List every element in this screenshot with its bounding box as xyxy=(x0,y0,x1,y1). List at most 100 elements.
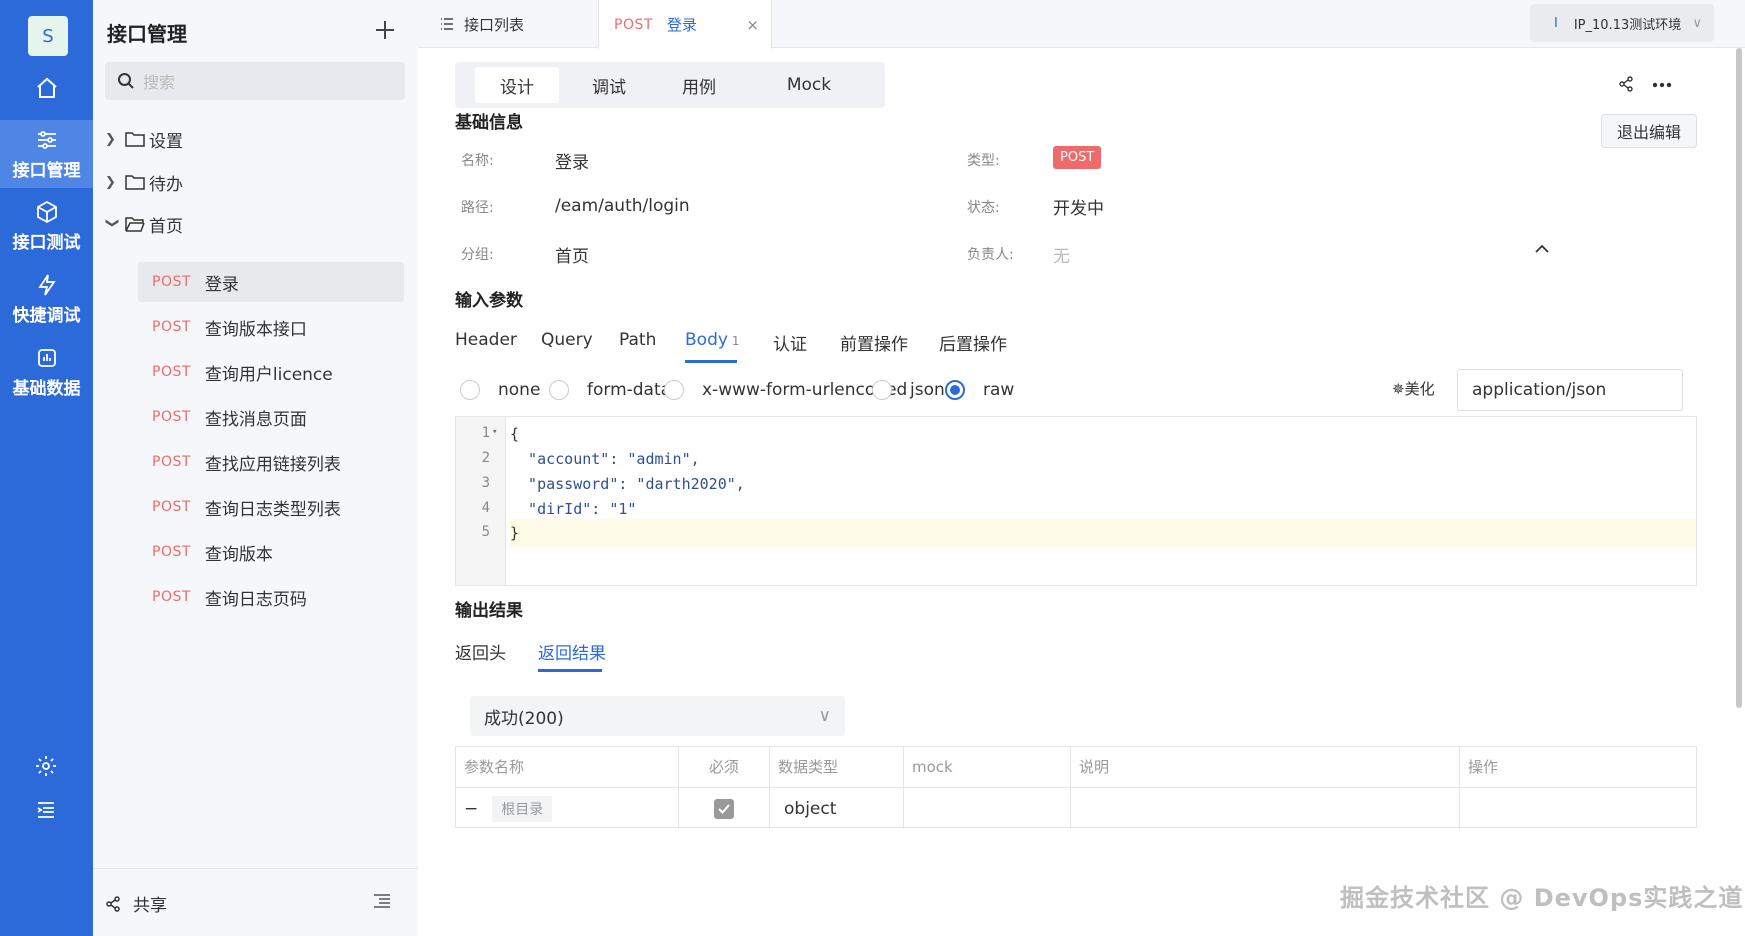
radio-circle xyxy=(872,380,892,400)
beautify-button[interactable]: ✵美化 xyxy=(1392,378,1435,399)
tab-debug[interactable]: 调试 xyxy=(569,67,649,103)
rail-item-api-management[interactable]: 接口管理 xyxy=(0,120,93,188)
rail-label: 接口测试 xyxy=(12,233,81,253)
radio-raw[interactable]: raw xyxy=(945,380,1014,400)
api-item-login[interactable]: POST 登录 xyxy=(138,262,404,302)
tab-design[interactable]: 设计 xyxy=(475,67,559,103)
more-icon[interactable] xyxy=(1652,82,1672,88)
list-icon xyxy=(441,18,453,30)
radio-circle xyxy=(460,380,480,400)
table-cell-desc[interactable] xyxy=(1071,787,1460,829)
api-item[interactable]: POST 查询用户licence xyxy=(138,352,404,392)
section-title-input: 输入参数 xyxy=(455,291,523,311)
tab-query[interactable]: Query xyxy=(541,330,593,350)
code-editor[interactable]: 1 2 3 4 5 ▾ { "account": "admin", "passw… xyxy=(455,416,1697,586)
tab-response-body[interactable]: 返回结果 xyxy=(538,639,606,664)
sliders-icon xyxy=(37,131,56,149)
tab-login[interactable]: POST 登录 × xyxy=(598,0,772,49)
menu-collapse-icon[interactable] xyxy=(34,798,58,822)
response-status-select[interactable]: 成功(200) ∨ xyxy=(470,696,845,736)
radio-circle xyxy=(549,380,569,400)
radio-urlencoded[interactable]: x-www-form-urlencoded xyxy=(664,380,907,400)
table-cell-mock[interactable] xyxy=(904,787,1071,829)
api-name: 查找应用链接列表 xyxy=(204,454,341,475)
api-name: 查询日志类型列表 xyxy=(204,499,341,520)
beautify-label: 美化 xyxy=(1404,380,1435,398)
tab-response-headers[interactable]: 返回头 xyxy=(455,639,506,664)
radio-none[interactable]: none xyxy=(460,380,540,400)
tree-folder-label: 首页 xyxy=(149,216,183,237)
environment-select[interactable]: I IP_10.13测试环境 ∨ xyxy=(1530,4,1714,42)
field-label: 分组: xyxy=(461,247,494,263)
code-line-active: } xyxy=(510,519,1696,547)
radio-form-data[interactable]: form-data xyxy=(549,380,671,400)
fold-icon[interactable]: ▾ xyxy=(492,427,497,437)
radio-json[interactable]: json xyxy=(872,380,945,400)
field-name[interactable]: 登录 xyxy=(555,148,589,173)
tree-folder-settings[interactable]: ❯ 设置 xyxy=(105,120,183,158)
tab-body[interactable]: Body 1 xyxy=(685,330,740,350)
code-line: "password": "darth2020", xyxy=(510,475,745,493)
rail-item-quick-debug[interactable]: 快捷调试 xyxy=(0,273,93,333)
rail-label: 快捷调试 xyxy=(12,306,81,326)
api-name: 查询版本 xyxy=(204,544,273,565)
chevron-down-icon: ❯ xyxy=(104,217,120,228)
sparkle-icon: ✵ xyxy=(1392,380,1405,398)
table-header: 说明 xyxy=(1071,747,1460,787)
tab-header[interactable]: Header xyxy=(455,330,517,350)
close-icon[interactable]: × xyxy=(746,16,759,34)
content-type-input[interactable]: application/json xyxy=(1457,369,1683,411)
code-line: { xyxy=(510,425,520,443)
chevron-up-icon[interactable] xyxy=(1535,244,1549,253)
tab-pre-script[interactable]: 前置操作 xyxy=(840,330,908,355)
api-item[interactable]: POST 查找消息页面 xyxy=(138,397,404,437)
tab-post-script[interactable]: 后置操作 xyxy=(939,330,1007,355)
tab-api-list[interactable]: 接口列表 xyxy=(428,0,602,48)
table-cell-type[interactable]: object xyxy=(770,787,904,829)
field-owner[interactable]: 无 xyxy=(1053,242,1070,267)
field-group[interactable]: 首页 xyxy=(555,242,589,267)
rail-item-api-test[interactable]: 接口测试 xyxy=(0,200,93,260)
tab-path[interactable]: Path xyxy=(619,330,656,350)
radio-label: raw xyxy=(983,380,1015,400)
api-item[interactable]: POST 查询版本 xyxy=(138,532,404,572)
avatar[interactable]: S xyxy=(28,16,68,56)
api-item[interactable]: POST 查询日志页码 xyxy=(138,577,404,617)
api-item[interactable]: POST 查询日志类型列表 xyxy=(138,487,404,527)
method-badge: POST xyxy=(152,409,191,425)
share-button[interactable]: 共享 xyxy=(105,891,167,916)
tab-mock[interactable]: Mock xyxy=(749,67,869,103)
cube-icon xyxy=(36,200,57,224)
rail-item-base-data[interactable]: 基础数据 xyxy=(0,346,93,406)
search-placeholder: 搜索 xyxy=(143,73,176,92)
watermark: 掘金技术社区 @ DevOps实践之道 xyxy=(1340,884,1744,912)
search-input[interactable]: 搜索 xyxy=(105,62,405,100)
tree-folder-todo[interactable]: ❯ 待办 xyxy=(105,163,183,201)
tab-case[interactable]: 用例 xyxy=(659,67,739,103)
home-button[interactable] xyxy=(0,76,93,104)
field-status[interactable]: 开发中 xyxy=(1053,194,1104,219)
chevron-right-icon: ❯ xyxy=(105,174,116,190)
field-path[interactable]: /eam/auth/login xyxy=(555,196,690,216)
rail-label: 基础数据 xyxy=(12,379,81,399)
collapse-icon[interactable]: − xyxy=(464,799,478,819)
tab-auth[interactable]: 认证 xyxy=(773,330,807,355)
exit-edit-button[interactable]: 退出编辑 xyxy=(1601,114,1697,148)
gear-icon[interactable] xyxy=(34,754,58,778)
share-icon[interactable] xyxy=(1618,76,1634,92)
method-badge: POST xyxy=(152,319,191,335)
method-badge: POST xyxy=(614,16,653,33)
active-tab-indicator xyxy=(538,669,602,672)
list-icon[interactable] xyxy=(373,893,391,909)
type-badge[interactable]: POST xyxy=(1053,146,1102,169)
scrollbar[interactable] xyxy=(1736,48,1742,708)
main-content: 设计 调试 用例 Mock 退出编辑 基础信息 名称: 登录 类型: POST … xyxy=(455,48,1745,936)
check-icon xyxy=(718,803,730,814)
api-item[interactable]: POST 查询版本接口 xyxy=(138,307,404,347)
tree-folder-home[interactable]: ❯ 首页 xyxy=(104,205,184,243)
param-name[interactable]: 根目录 xyxy=(492,795,553,822)
api-item[interactable]: POST 查找应用链接列表 xyxy=(138,442,404,482)
add-icon[interactable] xyxy=(371,16,399,44)
field-label: 负责人: xyxy=(967,247,1014,263)
required-checkbox[interactable] xyxy=(714,798,734,819)
